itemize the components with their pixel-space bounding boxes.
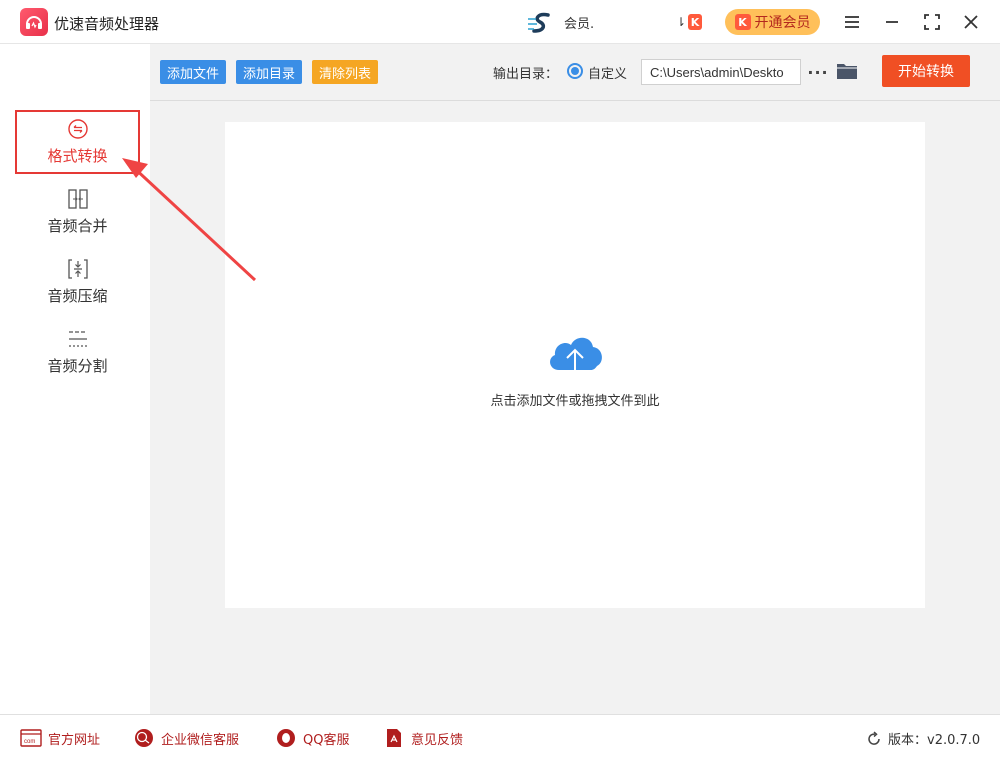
drop-hint-text: 点击添加文件或拖拽文件到此 <box>490 394 660 409</box>
menu-icon[interactable] <box>840 10 864 34</box>
clear-list-button[interactable]: 清除列表 <box>312 60 379 84</box>
sidebar-item-label: 音频分割 <box>47 357 108 375</box>
wechat-icon <box>135 729 153 747</box>
sidebar-item-label: 格式转换 <box>47 147 108 165</box>
vip-badge-icon: K <box>734 14 751 30</box>
version-text: 版本：v2.0.7.0 <box>888 733 981 748</box>
close-icon[interactable] <box>959 10 983 34</box>
add-directory-button[interactable]: 添加目录 <box>236 60 303 84</box>
wechat-service-link[interactable]: 企业微信客服 <box>133 728 239 748</box>
main-panel: 添加文件 添加目录 清除列表 输出目录： 自定义 ··· 开始转换 点击添加文件… <box>150 44 1000 714</box>
svg-text:com: com <box>24 739 35 745</box>
output-path-input[interactable] <box>641 59 801 85</box>
vip-button[interactable]: K 开通会员 <box>725 9 820 35</box>
app-title: 优速音频处理器 <box>54 15 160 33</box>
audio-compress-icon <box>67 259 88 279</box>
start-convert-button[interactable]: 开始转换 <box>882 55 970 87</box>
sidebar: 格式转换 音频合并 音频压缩 音频分割 <box>0 44 150 714</box>
official-site-link[interactable]: com 官方网址 <box>20 728 100 748</box>
footer: com 官方网址 企业微信客服 QQ客服 意见反馈 版本：v2.0.7.0 <box>0 714 1000 760</box>
toolbar: 添加文件 添加目录 清除列表 输出目录： 自定义 ··· 开始转换 <box>150 44 1000 101</box>
app-logo-icon <box>20 8 48 36</box>
folder-icon[interactable] <box>836 61 858 81</box>
user-name: 会员. <box>564 17 595 32</box>
notification-icon[interactable]: ⇂ K <box>676 13 702 31</box>
format-convert-icon <box>67 119 88 139</box>
custom-radio-label[interactable]: 自定义 <box>588 63 627 82</box>
feedback-link[interactable]: 意见反馈 <box>383 728 463 748</box>
qq-service-link[interactable]: QQ客服 <box>275 728 349 748</box>
minimize-icon[interactable] <box>880 10 904 34</box>
user-logo-icon <box>528 12 550 33</box>
file-drop-zone[interactable]: 点击添加文件或拖拽文件到此 <box>225 122 925 608</box>
add-file-button[interactable]: 添加文件 <box>160 60 227 84</box>
feedback-icon <box>387 729 401 747</box>
vip-button-label: 开通会员 <box>754 15 811 31</box>
custom-radio[interactable] <box>567 63 583 79</box>
sidebar-item-label: 音频合并 <box>47 217 108 235</box>
audio-merge-icon <box>67 189 88 209</box>
sidebar-item-audio-merge[interactable]: 音频合并 <box>15 180 140 244</box>
sidebar-item-format-convert[interactable]: 格式转换 <box>15 110 140 174</box>
qq-icon <box>277 729 295 747</box>
cloud-upload-icon <box>550 337 602 382</box>
sidebar-item-audio-split[interactable]: 音频分割 <box>15 320 140 384</box>
more-options-icon[interactable]: ··· <box>807 60 828 84</box>
output-dir-label: 输出目录： <box>493 67 559 82</box>
sidebar-item-audio-compress[interactable]: 音频压缩 <box>15 250 140 314</box>
sidebar-item-label: 音频压缩 <box>47 287 108 305</box>
refresh-icon[interactable] <box>866 730 882 747</box>
website-icon: com <box>20 729 42 747</box>
maximize-icon[interactable] <box>920 10 944 34</box>
title-bar: 优速音频处理器 会员. ⇂ K K 开通会员 <box>0 0 1000 44</box>
audio-split-icon <box>68 331 87 347</box>
version-info: 版本：v2.0.7.0 <box>866 729 980 748</box>
